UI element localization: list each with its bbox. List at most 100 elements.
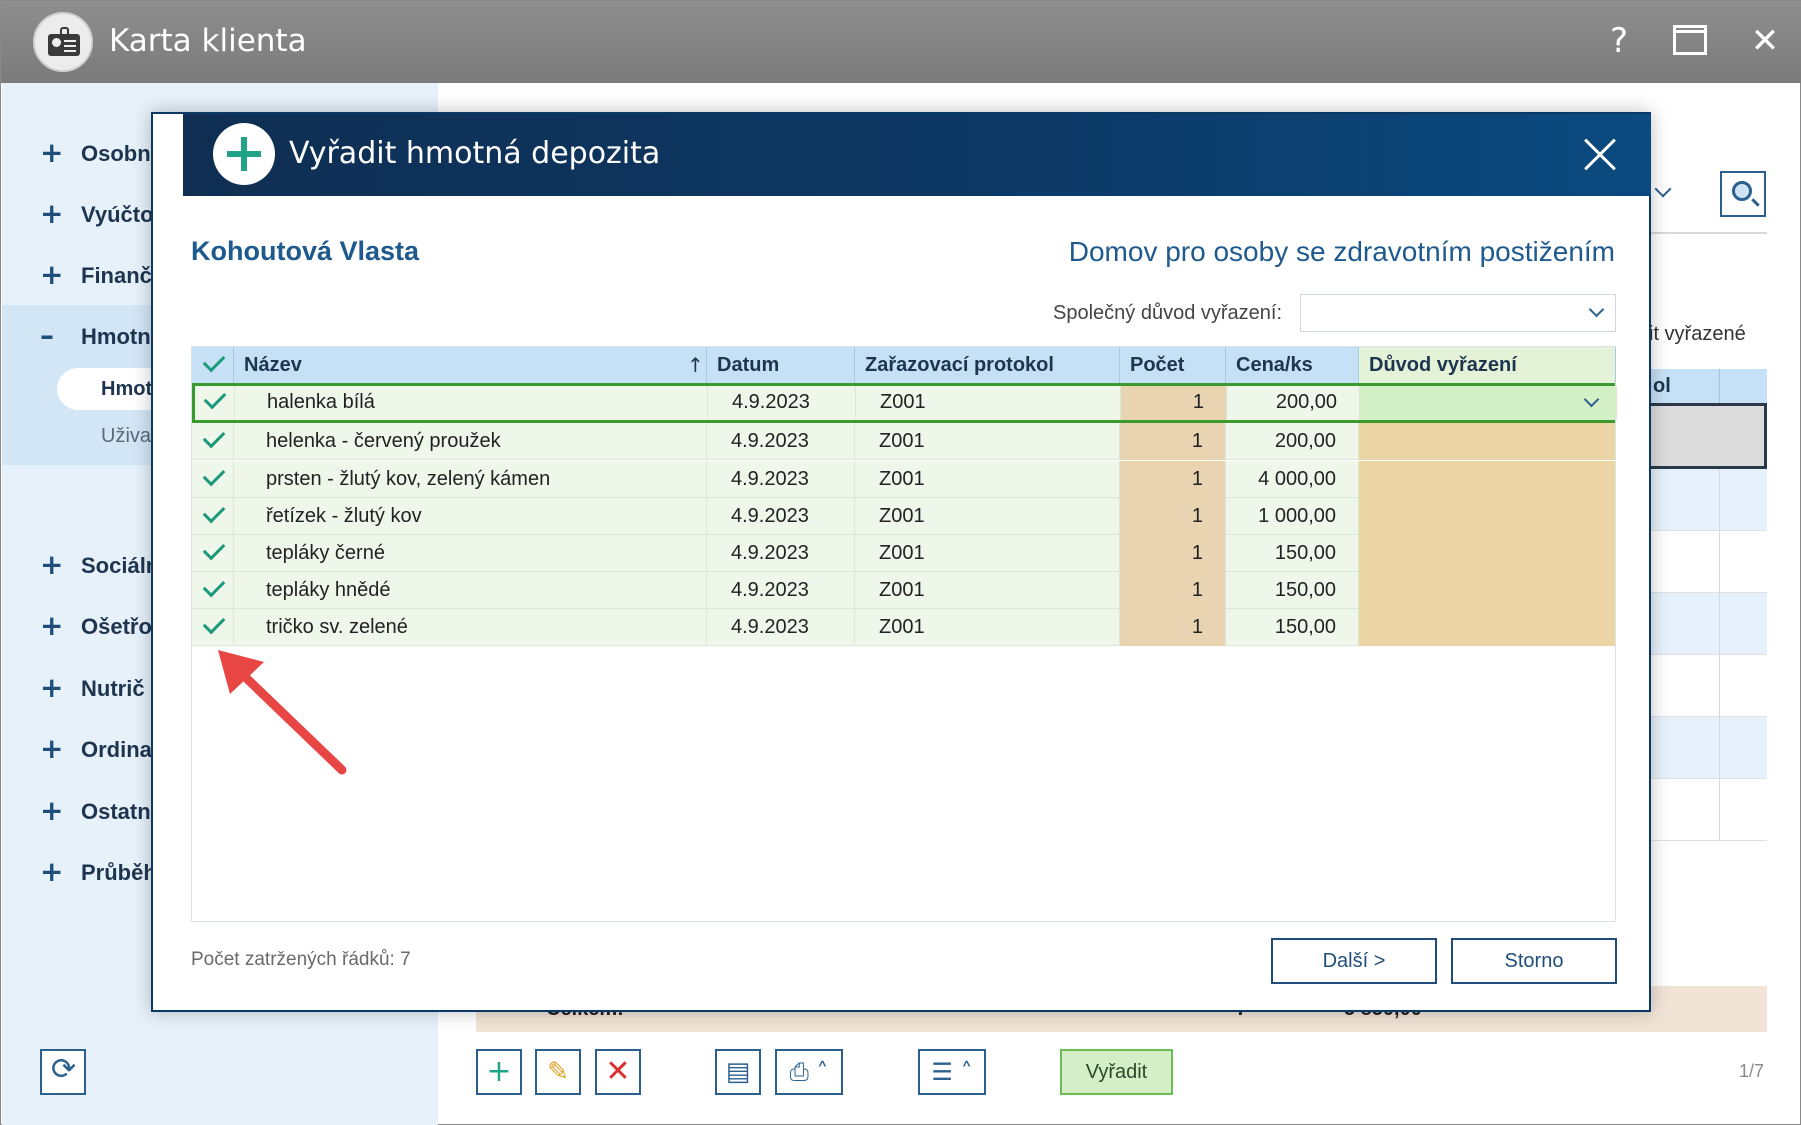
sort-ascending-icon: ↑ — [687, 353, 704, 377]
expand-icon: + — [40, 548, 64, 581]
cell-count[interactable]: 1 — [1120, 423, 1226, 460]
sidebar-item-label: Ošetřo — [81, 614, 152, 639]
cell-price: 1 000,00 — [1226, 498, 1359, 535]
cell-count[interactable]: 1 — [1121, 386, 1227, 420]
column-header-count[interactable]: Počet — [1120, 347, 1226, 383]
next-button[interactable]: Další > — [1271, 938, 1437, 984]
table-row[interactable] — [1649, 779, 1767, 841]
expand-icon: + — [40, 794, 64, 827]
cell-price: 150,00 — [1226, 535, 1359, 572]
sidebar-subitem-uzivatel[interactable]: Uživat — [101, 425, 157, 448]
filter-dropdown[interactable] — [1649, 173, 1683, 213]
window-title: Karta klienta — [109, 23, 307, 59]
delete-button[interactable]: ✕ — [595, 1049, 641, 1095]
window-close-button[interactable]: ✕ — [1745, 21, 1785, 61]
column-header-date[interactable]: Datum — [707, 347, 855, 383]
cell-reason-dropdown[interactable] — [1360, 386, 1617, 420]
cell-count[interactable]: 1 — [1120, 498, 1226, 535]
table-row[interactable] — [1649, 655, 1767, 717]
table-row[interactable]: tepláky černé 4.9.2023 Z001 1 150,00 — [192, 535, 1616, 572]
table-row[interactable] — [1649, 717, 1767, 779]
vyradit-button[interactable]: Vyřadit — [1060, 1049, 1173, 1095]
menu-button[interactable]: ☰ ˄ — [918, 1049, 986, 1095]
cell-name: řetízek - žlutý kov — [234, 498, 707, 535]
cell-count[interactable]: 1 — [1120, 609, 1226, 646]
check-icon — [202, 425, 226, 449]
column-header-price[interactable]: Cena/ks — [1226, 347, 1359, 383]
checked-rows-count: Počet zatržených řádků: 7 — [191, 949, 411, 970]
deposits-table: Název ↑ Datum Zařazovací protokol Počet … — [191, 346, 1617, 922]
cell-date: 4.9.2023 — [708, 386, 856, 420]
column-header-name[interactable]: Název ↑ — [234, 347, 707, 383]
cell-count[interactable]: 1 — [1120, 461, 1226, 498]
cell-price: 150,00 — [1226, 572, 1359, 609]
row-checkbox[interactable] — [195, 386, 235, 420]
cell-name: tričko sv. zelené — [234, 609, 707, 646]
expand-icon: + — [40, 855, 64, 888]
sidebar-item-label: Ordina — [81, 737, 152, 762]
row-checkbox[interactable] — [192, 572, 234, 609]
expand-icon: + — [40, 258, 64, 291]
divider — [1651, 232, 1767, 234]
document-icon: ▤ — [725, 1057, 751, 1087]
column-header-reason[interactable]: Důvod vyřazení — [1359, 347, 1616, 383]
row-checkbox[interactable] — [192, 609, 234, 646]
check-icon — [202, 574, 226, 598]
annotation-arrow — [218, 650, 347, 775]
column-header-protocol[interactable]: Zařazovací protokol — [855, 347, 1120, 383]
document-button[interactable]: ▤ — [715, 1049, 761, 1095]
cell-protocol: Z001 — [855, 461, 1120, 498]
sidebar-item-label: Průběh — [81, 860, 157, 885]
background-table-header: ol — [1649, 369, 1767, 403]
table-row[interactable]: halenka bílá 4.9.2023 Z001 1 200,00 — [192, 383, 1617, 423]
table-header: Název ↑ Datum Zařazovací protokol Počet … — [192, 347, 1616, 383]
cell-count[interactable]: 1 — [1120, 535, 1226, 572]
cell-protocol: Z001 — [855, 609, 1120, 646]
delete-icon: ✕ — [605, 1054, 631, 1089]
cell-count[interactable]: 1 — [1120, 572, 1226, 609]
edit-button[interactable]: ✎ — [535, 1049, 581, 1095]
cell-reason[interactable] — [1359, 423, 1616, 460]
print-button[interactable]: ⎙ ˄ — [775, 1049, 843, 1095]
select-all-checkbox[interactable] — [192, 347, 234, 383]
table-row[interactable] — [1649, 531, 1767, 593]
sidebar-item-label: Osobní — [81, 141, 157, 166]
cell-reason[interactable] — [1359, 461, 1616, 498]
client-card-icon — [33, 12, 93, 72]
dialog-close-button[interactable] — [1583, 138, 1617, 172]
row-checkbox[interactable] — [192, 498, 234, 535]
common-reason-select[interactable] — [1300, 294, 1616, 332]
add-button[interactable]: + — [476, 1049, 522, 1095]
check-icon — [203, 386, 227, 410]
cell-name: tepláky hnědé — [234, 572, 707, 609]
cell-reason[interactable] — [1359, 535, 1616, 572]
table-row[interactable] — [1649, 593, 1767, 655]
cancel-button[interactable]: Storno — [1451, 938, 1617, 984]
table-row[interactable] — [1649, 469, 1767, 531]
cell-date: 4.9.2023 — [707, 609, 855, 646]
maximize-button[interactable] — [1673, 25, 1707, 55]
search-button[interactable] — [1720, 171, 1766, 217]
table-row[interactable]: tepláky hnědé 4.9.2023 Z001 1 150,00 — [192, 572, 1616, 609]
cell-reason[interactable] — [1359, 498, 1616, 535]
row-checkbox[interactable] — [192, 423, 234, 460]
cell-protocol: Z001 — [855, 572, 1120, 609]
refresh-button[interactable]: ⟳ — [40, 1049, 86, 1095]
cell-reason[interactable] — [1359, 609, 1616, 646]
table-row[interactable]: helenka - červený proužek 4.9.2023 Z001 … — [192, 423, 1616, 460]
column-header: ol — [1653, 375, 1671, 397]
help-button[interactable]: ? — [1601, 21, 1637, 61]
sidebar-item-label: Ostatn — [81, 799, 151, 824]
background-selected-row[interactable] — [1649, 403, 1767, 469]
table-row[interactable]: prsten - žlutý kov, zelený kámen 4.9.202… — [192, 461, 1616, 498]
dialog-titlebar: Vyřadit hmotná depozita — [183, 114, 1651, 196]
row-checkbox[interactable] — [192, 535, 234, 572]
sidebar-item-label: Vyúčto — [81, 202, 154, 227]
cell-price: 200,00 — [1226, 423, 1359, 460]
printer-icon: ⎙ ˄ — [789, 1058, 829, 1086]
table-row[interactable]: tričko sv. zelené 4.9.2023 Z001 1 150,00 — [192, 609, 1616, 646]
cell-reason[interactable] — [1359, 572, 1616, 609]
cell-date: 4.9.2023 — [707, 423, 855, 460]
row-checkbox[interactable] — [192, 461, 234, 498]
table-row[interactable]: řetízek - žlutý kov 4.9.2023 Z001 1 1 00… — [192, 498, 1616, 535]
